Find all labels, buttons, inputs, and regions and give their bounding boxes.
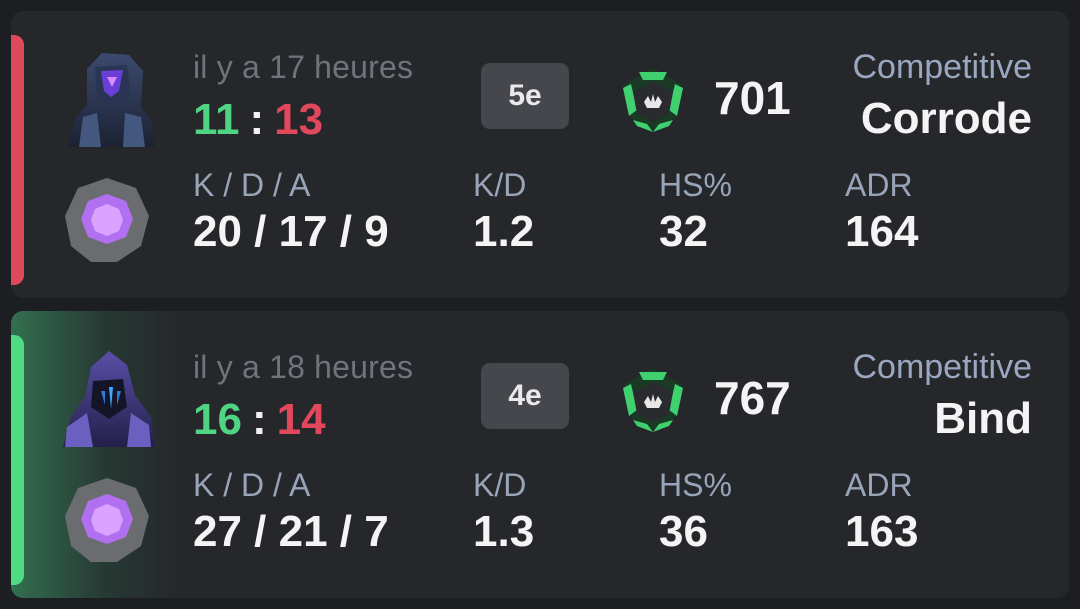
hs-label: HS% xyxy=(659,167,732,203)
adr-value: 164 xyxy=(845,207,919,256)
match-time-ago: il y a 17 heures xyxy=(193,49,414,85)
score-enemy: 13 xyxy=(274,95,324,144)
placement-badge: 5e xyxy=(481,63,569,129)
kda-value: 20 / 17 / 9 xyxy=(193,207,389,256)
match-card[interactable]: il y a 18 heures 16:14 4e 767 Competitiv… xyxy=(11,311,1069,598)
score-team: 11 xyxy=(193,95,240,144)
hs-value: 36 xyxy=(659,507,708,556)
placement-badge: 4e xyxy=(481,363,569,429)
result-indicator-loss xyxy=(11,35,24,285)
amethyst-rank-icon xyxy=(65,178,149,262)
rank-rating: 701 xyxy=(714,72,791,124)
kda-label: K / D / A xyxy=(193,467,311,503)
kd-label: K/D xyxy=(473,167,527,203)
kd-label: K/D xyxy=(473,467,527,503)
hs-value: 32 xyxy=(659,207,708,256)
match-card[interactable]: il y a 17 heures 11:13 5e 701 Competitiv… xyxy=(11,11,1069,298)
kd-value: 1.2 xyxy=(473,207,535,256)
match-time-ago: il y a 18 heures xyxy=(193,349,414,385)
agent-portrait-icon xyxy=(67,53,155,147)
match-score: 16:14 xyxy=(193,395,326,445)
adr-label: ADR xyxy=(845,467,913,503)
rank-rating: 767 xyxy=(714,372,791,424)
competitive-rank-emblem-icon xyxy=(623,68,683,132)
match-score: 11:13 xyxy=(193,95,323,145)
score-separator: : xyxy=(249,95,265,144)
game-mode: Competitive xyxy=(852,48,1032,86)
score-separator: : xyxy=(251,395,267,444)
kda-label: K / D / A xyxy=(193,167,311,203)
map-name: Corrode xyxy=(860,94,1032,143)
score-enemy: 14 xyxy=(276,395,326,444)
adr-label: ADR xyxy=(845,167,913,203)
score-team: 16 xyxy=(193,395,242,444)
kda-value: 27 / 21 / 7 xyxy=(193,507,389,556)
amethyst-rank-icon xyxy=(65,478,149,562)
agent-portrait-icon xyxy=(63,351,155,447)
result-indicator-win xyxy=(11,335,24,585)
game-mode: Competitive xyxy=(852,348,1032,386)
adr-value: 163 xyxy=(845,507,919,556)
kd-value: 1.3 xyxy=(473,507,535,556)
map-name: Bind xyxy=(934,394,1032,443)
hs-label: HS% xyxy=(659,467,732,503)
competitive-rank-emblem-icon xyxy=(623,368,683,432)
